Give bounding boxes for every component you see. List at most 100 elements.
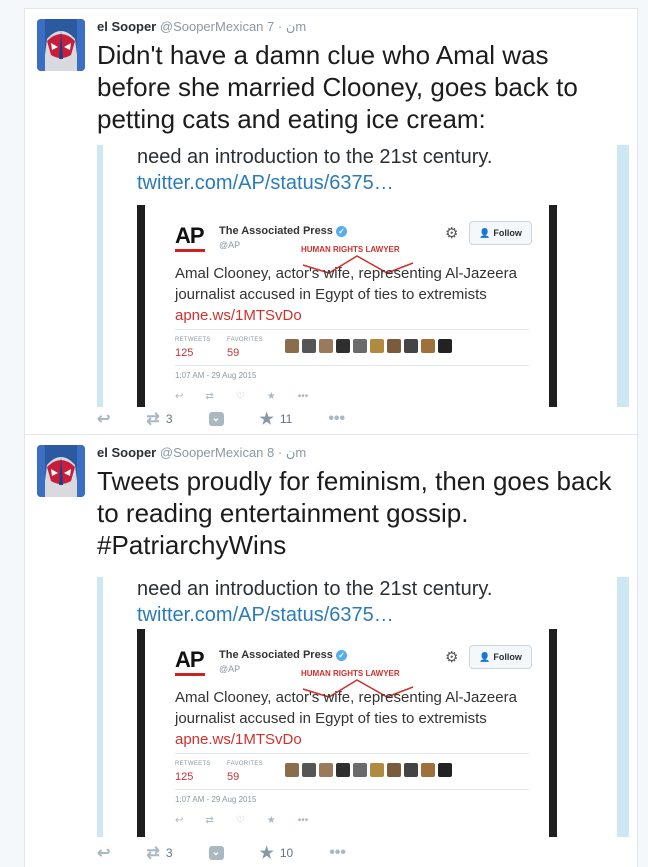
favoriters-avatars bbox=[285, 339, 452, 353]
retweet-button[interactable]: ⇄ 3 bbox=[146, 843, 172, 863]
avatar bbox=[336, 339, 350, 353]
avatar[interactable] bbox=[37, 445, 85, 497]
ap-logo: AP bbox=[175, 223, 205, 248]
author-handle[interactable]: @SooperMexican bbox=[160, 445, 264, 460]
verified-icon: ✓ bbox=[335, 225, 347, 237]
quote-text: need an introduction to the 21st century… bbox=[137, 578, 493, 600]
heart-icon: ♡ bbox=[235, 815, 245, 826]
retweet-icon: ⇄ bbox=[205, 815, 214, 826]
avatar bbox=[370, 763, 384, 777]
embedded-actions: ↩ ⇄ ♡ ★ ••• bbox=[175, 391, 308, 402]
quote-bar bbox=[617, 145, 629, 407]
quote-text: need an introduction to the 21st century… bbox=[137, 146, 493, 168]
quote-link[interactable]: twitter.com/AP/status/6375… bbox=[137, 603, 394, 627]
quote-link[interactable]: twitter.com/AP/status/6375… bbox=[137, 171, 394, 195]
follow-label: Follow bbox=[493, 228, 522, 238]
avatar bbox=[404, 339, 418, 353]
ap-logo-underline bbox=[175, 249, 205, 252]
star-icon: ★ bbox=[259, 411, 274, 428]
embedded-author-name: The Associated Press ✓ bbox=[219, 225, 347, 237]
favorite-count: 11 bbox=[279, 412, 293, 426]
timeline: el Sooper @SooperMexican ن · 7m Didn't h… bbox=[24, 8, 639, 867]
retweet-icon: ⇄ bbox=[146, 411, 160, 428]
retweet-button[interactable]: ⇄ 3 bbox=[146, 409, 172, 429]
author-name[interactable]: el Sooper bbox=[97, 19, 156, 34]
tweet[interactable]: el Sooper @SooperMexican ن · 8m Tweets p… bbox=[25, 434, 639, 867]
avatar bbox=[285, 763, 299, 777]
favoriters-avatars bbox=[285, 763, 452, 777]
embedded-screenshot: AP The Associated Press ✓ @AP ⚙ 👤 Follow H… bbox=[137, 629, 557, 837]
reply-button[interactable]: ↩ bbox=[97, 843, 110, 863]
divider bbox=[175, 753, 529, 754]
more-button[interactable]: ••• bbox=[328, 410, 345, 428]
more-icon: ••• bbox=[297, 815, 309, 826]
tweet-header: el Sooper @SooperMexican ن · 7m bbox=[97, 19, 306, 35]
tweet-actions: ↩ ⇄ 3 ⌄ ★ 10 ••• bbox=[97, 843, 382, 863]
avatar bbox=[438, 339, 452, 353]
avatar bbox=[319, 339, 333, 353]
pocket-button[interactable]: ⌄ bbox=[208, 846, 224, 860]
retweet-icon: ⇄ bbox=[205, 391, 214, 402]
star-icon: ★ bbox=[266, 815, 276, 826]
separator: · bbox=[277, 19, 283, 34]
favorite-button[interactable]: ★ 10 bbox=[260, 843, 294, 863]
avatar bbox=[353, 763, 367, 777]
avatar bbox=[285, 339, 299, 353]
more-button[interactable]: ••• bbox=[329, 844, 346, 862]
reply-icon: ↩ bbox=[97, 845, 111, 862]
tweet-text: Tweets proudly for feminism, then goes b… bbox=[97, 466, 612, 560]
embedded-author-handle: @AP bbox=[219, 664, 241, 674]
embedded-text-body: Amal Clooney, actor's wife, representing… bbox=[175, 265, 517, 303]
heart-icon: ♡ bbox=[235, 391, 245, 402]
tweet-header: el Sooper @SooperMexican ن · 8m bbox=[97, 445, 306, 461]
quoted-content[interactable]: need an introduction to the 21st century… bbox=[97, 577, 629, 837]
avatar[interactable] bbox=[37, 19, 85, 71]
gear-icon: ⚙ bbox=[445, 649, 459, 666]
tweet[interactable]: el Sooper @SooperMexican ن · 7m Didn't h… bbox=[25, 8, 639, 434]
retweet-count: 3 bbox=[165, 412, 173, 426]
author-handle[interactable]: @SooperMexican bbox=[160, 19, 264, 34]
reply-button[interactable]: ↩ bbox=[97, 409, 110, 429]
retweets-label: RETWEETS bbox=[175, 337, 211, 343]
embedded-tweet-text: Amal Clooney, actor's wife, representing… bbox=[175, 263, 545, 326]
embedded-author-name-text: The Associated Press bbox=[219, 649, 333, 661]
favorites-count: 59 bbox=[227, 771, 240, 783]
divider bbox=[175, 789, 529, 790]
author-mark: ن bbox=[285, 445, 296, 460]
favorites-label: FAVORITES bbox=[227, 761, 263, 767]
reply-icon: ↩ bbox=[175, 815, 184, 826]
more-icon: ••• bbox=[297, 391, 309, 402]
embedded-screenshot: AP The Associated Press ✓ @AP ⚙ 👤 Follow H… bbox=[137, 205, 557, 407]
avatar bbox=[387, 339, 401, 353]
avatar bbox=[353, 339, 367, 353]
favorite-button[interactable]: ★ 11 bbox=[260, 409, 293, 429]
more-icon: ••• bbox=[329, 844, 347, 861]
star-icon: ★ bbox=[266, 391, 276, 402]
embedded-actions: ↩ ⇄ ♡ ★ ••• bbox=[175, 815, 308, 826]
divider bbox=[175, 329, 529, 330]
embedded-timestamp: 1:07 AM - 29 Aug 2015 bbox=[175, 795, 257, 804]
follow-button: 👤 Follow bbox=[469, 645, 532, 669]
favorites-count: 59 bbox=[227, 347, 240, 359]
quote-bar bbox=[97, 577, 103, 837]
embedded-author-handle: @AP bbox=[219, 240, 241, 250]
avatar bbox=[387, 763, 401, 777]
avatar bbox=[438, 763, 452, 777]
gear-icon: ⚙ bbox=[445, 225, 459, 242]
pocket-icon: ⌄ bbox=[208, 846, 224, 860]
embedded-author-name: The Associated Press ✓ bbox=[219, 649, 347, 661]
embedded-author-name-text: The Associated Press bbox=[219, 225, 333, 237]
embedded-tweet-text: Amal Clooney, actor's wife, representing… bbox=[175, 687, 545, 750]
follow-person-icon: 👤 bbox=[479, 652, 491, 662]
embedded-link: apne.ws/1MTSvDo bbox=[175, 307, 302, 324]
avatar bbox=[319, 763, 333, 777]
star-icon: ★ bbox=[259, 845, 274, 862]
quoted-content[interactable]: need an introduction to the 21st century… bbox=[97, 145, 629, 407]
avatar bbox=[370, 339, 384, 353]
tweet-text: Didn't have a damn clue who Amal was bef… bbox=[97, 40, 578, 134]
avatar bbox=[421, 339, 435, 353]
pocket-button[interactable]: ⌄ bbox=[208, 412, 224, 426]
retweet-count: 3 bbox=[165, 846, 173, 860]
author-name[interactable]: el Sooper bbox=[97, 445, 156, 460]
embedded-link: apne.ws/1MTSvDo bbox=[175, 731, 302, 748]
